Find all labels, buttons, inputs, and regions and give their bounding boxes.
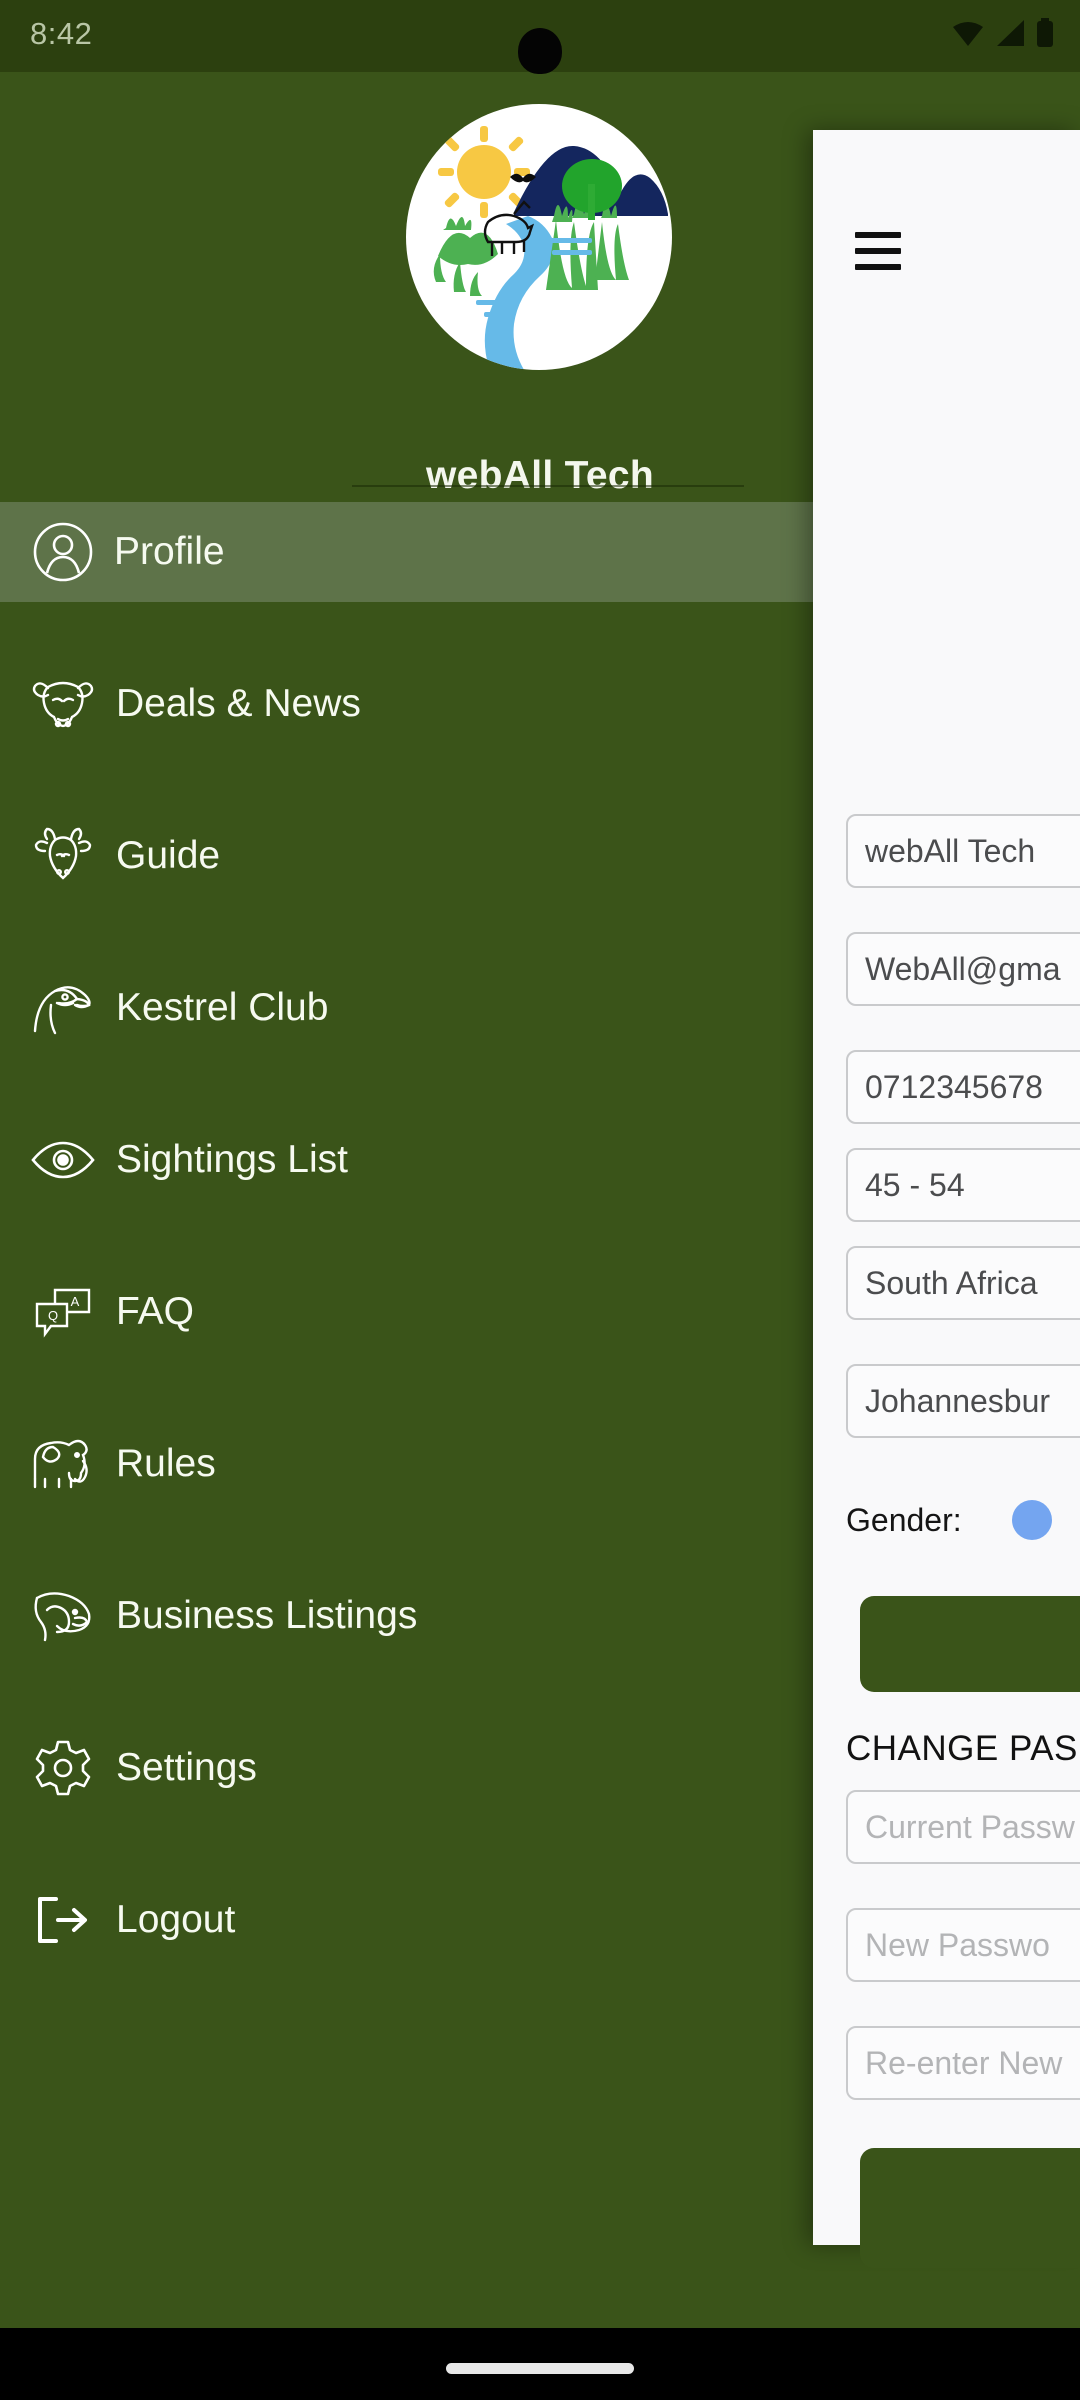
svg-text:A: A	[71, 1294, 80, 1309]
change-password-button[interactable]	[860, 2148, 1080, 2268]
hamburger-menu-icon[interactable]	[855, 232, 901, 270]
app-screen: 8:42 webAll Tech Profile Deals & News Gu…	[0, 0, 1080, 2400]
sidebar-item-label: Logout	[116, 1898, 236, 1941]
current-password-input[interactable]: Current Passw	[846, 1790, 1080, 1864]
home-gesture-indicator[interactable]	[446, 2363, 634, 2374]
country-select[interactable]: South Africa	[846, 1246, 1080, 1320]
buffalo-head-icon	[26, 667, 100, 741]
nature-landscape-logo-icon	[406, 104, 672, 370]
cellular-signal-icon	[995, 19, 1025, 52]
status-time: 8:42	[30, 16, 93, 51]
svg-text:Q: Q	[48, 1308, 58, 1323]
logout-arrow-icon	[26, 1883, 100, 1957]
elephant-icon	[26, 1427, 100, 1501]
gender-row: Gender:	[846, 1498, 1080, 1542]
hamburger-bar	[855, 248, 901, 254]
confirm-password-input[interactable]: Re-enter New	[846, 2026, 1080, 2100]
full-name-input[interactable]: webAll Tech	[846, 814, 1080, 888]
rhino-head-icon	[26, 1579, 100, 1653]
eye-icon	[26, 1123, 100, 1197]
drawer-divider	[352, 485, 744, 487]
email-input[interactable]: WebAll@gma	[846, 932, 1080, 1006]
sidebar-item-label: Deals & News	[116, 682, 361, 725]
giraffe-head-icon	[26, 819, 100, 893]
system-navigation-bar	[0, 2328, 1080, 2400]
wifi-icon	[952, 19, 984, 52]
age-range-select[interactable]: 45 - 54	[846, 1148, 1080, 1222]
user-circle-icon	[26, 515, 100, 589]
sidebar-item-label: Business Listings	[116, 1594, 418, 1637]
sidebar-item-label: Kestrel Club	[116, 986, 329, 1029]
phone-input[interactable]: 0712345678	[846, 1050, 1080, 1124]
change-password-heading: CHANGE PAS	[846, 1729, 1078, 1768]
gender-label: Gender:	[846, 1501, 962, 1538]
sidebar-item-label: Settings	[116, 1746, 257, 1789]
qa-speech-bubbles-icon: A Q	[26, 1275, 100, 1349]
gear-icon	[26, 1731, 100, 1805]
city-select[interactable]: Johannesbur	[846, 1364, 1080, 1438]
hamburger-bar	[855, 232, 901, 238]
battery-icon	[1036, 18, 1054, 53]
sidebar-item-label: Profile	[114, 530, 225, 573]
sidebar-item-label: Guide	[116, 834, 221, 877]
hamburger-bar	[855, 264, 901, 270]
falcon-head-icon	[26, 971, 100, 1045]
save-profile-button[interactable]	[860, 1596, 1080, 1692]
new-password-input[interactable]: New Passwo	[846, 1908, 1080, 1982]
sidebar-item-label: Rules	[116, 1442, 216, 1485]
camera-punch-hole	[518, 28, 562, 74]
status-icons	[952, 18, 1054, 53]
sidebar-item-label: Sightings List	[116, 1138, 348, 1181]
sidebar-item-label: FAQ	[116, 1290, 195, 1333]
gender-radio-selected[interactable]	[1011, 1500, 1052, 1540]
